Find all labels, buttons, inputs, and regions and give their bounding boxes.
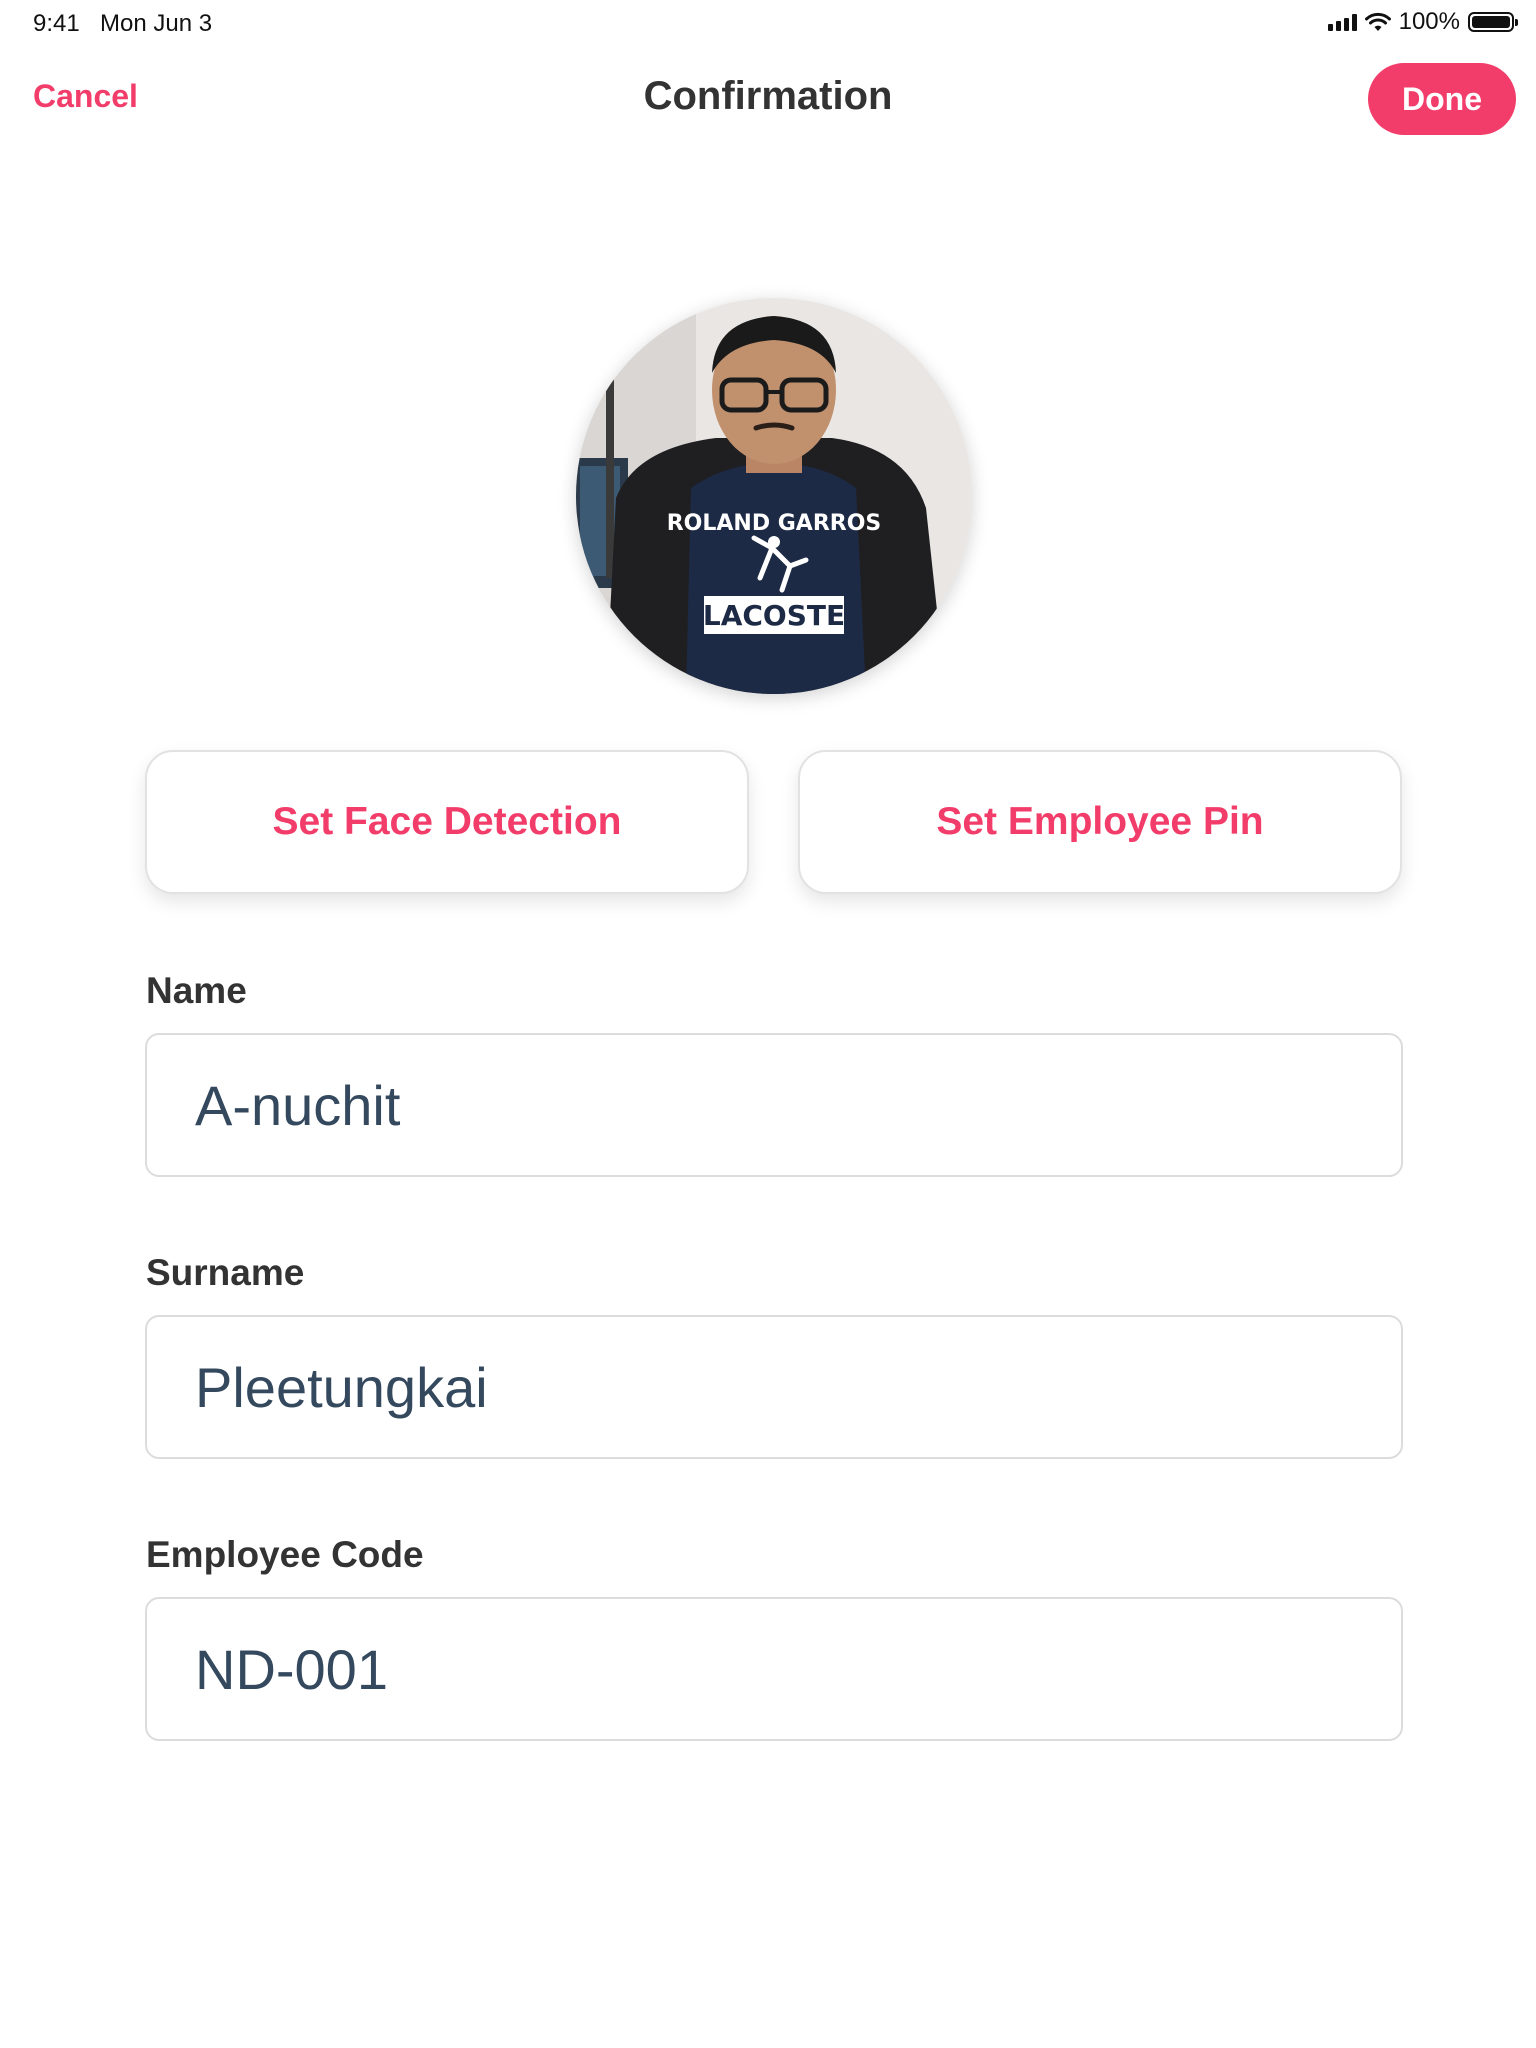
surname-field[interactable]: Pleetungkai — [145, 1315, 1403, 1459]
status-bar: 9:41 Mon Jun 3 100% — [0, 0, 1536, 48]
set-employee-pin-button[interactable]: Set Employee Pin — [798, 750, 1402, 894]
battery-icon — [1468, 12, 1518, 32]
done-button[interactable]: Done — [1368, 63, 1516, 135]
avatar-photo: ROLAND GARROS LACOSTE — [576, 298, 972, 694]
name-label: Name — [146, 970, 247, 1011]
battery-fill — [1472, 16, 1510, 28]
signal-icon — [1327, 13, 1357, 31]
name-field[interactable]: A-nuchit — [145, 1033, 1403, 1177]
status-date: Mon Jun 3 — [100, 10, 213, 37]
employee-code-label: Employee Code — [146, 1534, 424, 1575]
avatar: ROLAND GARROS LACOSTE — [576, 298, 972, 694]
set-face-detection-button[interactable]: Set Face Detection — [145, 750, 749, 894]
employee-code-field[interactable]: ND-001 — [145, 1597, 1403, 1741]
status-indicators: 100% — [1327, 8, 1518, 36]
page-title: Confirmation — [643, 74, 893, 118]
status-time: 9:41 — [33, 10, 80, 37]
surname-label: Surname — [146, 1252, 305, 1293]
battery-percent: 100% — [1398, 8, 1460, 35]
shirt-text-top: ROLAND GARROS — [667, 511, 882, 536]
shirt-text-bottom: LACOSTE — [703, 599, 845, 632]
confirmation-screen: 9:41 Mon Jun 3 100% Cancel Confirmation … — [0, 0, 1536, 2048]
wifi-icon — [1364, 12, 1391, 31]
